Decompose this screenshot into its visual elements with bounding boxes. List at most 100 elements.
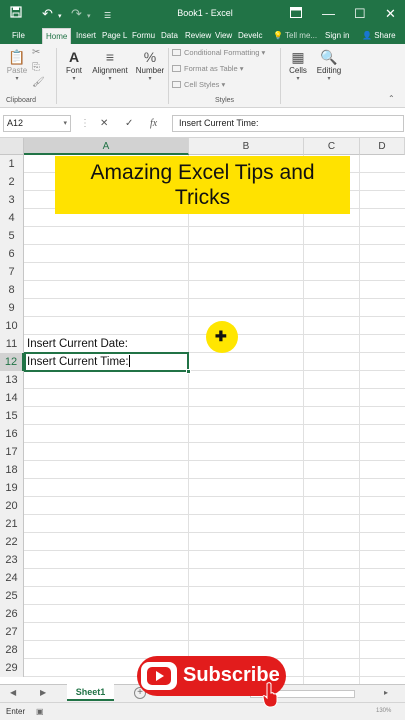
tab-file[interactable]: File [9,28,28,44]
ribbon-separator [56,48,57,104]
table-row: 11 Insert Current Date: [0,335,405,353]
close-icon[interactable]: ✕ [385,6,396,22]
scroll-right-icon[interactable]: ▶ [40,688,46,697]
column-header-b[interactable]: B [189,138,304,155]
row-header-11[interactable]: 11 [0,335,24,353]
mouse-cursor-highlight: ✚ [206,321,238,353]
row-header-26[interactable]: 26 [0,605,24,623]
cancel-icon[interactable]: ✕ [100,118,108,130]
row-header-23[interactable]: 23 [0,551,24,569]
row-header-24[interactable]: 24 [0,569,24,587]
row-header-19[interactable]: 19 [0,479,24,497]
row-header-10[interactable]: 10 [0,317,24,335]
row-header-17[interactable]: 17 [0,443,24,461]
lightbulb-icon: 💡 [273,31,283,40]
redo-dropdown-icon[interactable]: ▾ [87,9,91,25]
table-row: 24 [0,569,405,587]
title-banner: Amazing Excel Tips and Tricks [55,156,350,214]
redo-icon[interactable]: ↷ [71,6,82,22]
row-header-15[interactable]: 15 [0,407,24,425]
row-header-3[interactable]: 3 [0,191,24,209]
row-header-2[interactable]: 2 [0,173,24,191]
grid-rows: 1 2 3 4 5 6 7 8 9 10 11 Insert Current Date: 12 Inser… [0,155,405,677]
row-header-28[interactable]: 28 [0,641,24,659]
row-header-6[interactable]: 6 [0,245,24,263]
youtube-logo-icon [141,662,177,690]
alignment-icon: ≡ [105,49,115,65]
sheet-tab-sheet1[interactable]: Sheet1 [67,684,114,701]
row-header-16[interactable]: 16 [0,425,24,443]
name-box-dropdown-icon[interactable]: ▾ [63,116,67,131]
customize-qat-icon[interactable]: ☰ [104,8,111,24]
formula-input[interactable]: Insert Current Time: [172,115,404,132]
row-header-22[interactable]: 22 [0,533,24,551]
cut-icon[interactable]: ✂ [32,47,40,58]
collapse-ribbon-icon[interactable]: ⌃ [388,94,395,103]
row-header-7[interactable]: 7 [0,263,24,281]
select-all-corner[interactable] [0,138,24,155]
row-header-9[interactable]: 9 [0,299,24,317]
row-header-5[interactable]: 5 [0,227,24,245]
editing-button[interactable]: 🔍 Editing ▾ [314,48,344,82]
column-header-c[interactable]: C [304,138,360,155]
zoom-level[interactable]: 130% [376,708,391,714]
column-header-a[interactable]: A [24,138,189,155]
cell-select-cursor-icon: ✚ [215,328,227,344]
fill-handle[interactable] [186,369,191,374]
font-button[interactable]: A Font ▾ [60,48,88,82]
row-header-8[interactable]: 8 [0,281,24,299]
share-button[interactable]: 👤 Share [359,28,399,44]
maximize-icon[interactable]: ☐ [354,6,366,22]
tab-data[interactable]: Data [158,28,181,44]
undo-dropdown-icon[interactable]: ▾ [58,9,62,25]
tab-view[interactable]: View [212,28,235,44]
minimize-icon[interactable]: — [322,6,335,22]
tab-page-layout[interactable]: Page L [99,28,130,44]
ribbon-display-icon[interactable] [290,6,302,22]
tell-me-search[interactable]: 💡 Tell me... [270,28,320,44]
row-header-1[interactable]: 1 [0,155,24,173]
row-header-25[interactable]: 25 [0,587,24,605]
row-header-27[interactable]: 27 [0,623,24,641]
tab-developer[interactable]: Develc [235,28,265,44]
table-row: 18 [0,461,405,479]
tab-home[interactable]: Home [42,28,72,44]
row-header-14[interactable]: 14 [0,389,24,407]
ribbon-separator [168,48,169,104]
tab-insert[interactable]: Insert [73,28,99,44]
row-header-29[interactable]: 29 [0,659,24,677]
cell-a11[interactable]: Insert Current Date: [27,335,128,353]
cells-button[interactable]: ▦ Cells ▾ [284,48,312,82]
worksheet-grid[interactable]: A B C D 1 2 3 4 5 6 7 8 9 10 11 Insert Current Date… [0,138,405,684]
row-header-21[interactable]: 21 [0,515,24,533]
number-button[interactable]: % Number ▾ [133,48,167,82]
undo-icon[interactable]: ↶ [42,6,53,22]
name-box-value: A12 [7,118,24,128]
paste-button[interactable]: 📋 Paste ▾ [5,48,29,82]
row-header-18[interactable]: 18 [0,461,24,479]
more-icon: ⋮ [80,118,90,129]
row-header-4[interactable]: 4 [0,209,24,227]
copy-icon[interactable]: ⎘ [32,62,40,73]
cell-styles-button[interactable]: Cell Styles ▾ [172,80,225,89]
tab-review[interactable]: Review [182,28,214,44]
format-as-table-button[interactable]: Format as Table ▾ [172,64,244,73]
row-header-20[interactable]: 20 [0,497,24,515]
scroll-right-arrow-icon[interactable]: ▸ [384,688,388,697]
scroll-left-icon[interactable]: ◀ [10,688,16,697]
row-header-12[interactable]: 12 [0,353,24,371]
alignment-button[interactable]: ≡ Alignment ▾ [89,48,131,82]
conditional-formatting-button[interactable]: Conditional Formatting ▾ [172,48,265,57]
tab-formulas[interactable]: Formu [129,28,158,44]
font-label: Font [65,66,82,75]
row-header-13[interactable]: 13 [0,371,24,389]
format-painter-icon[interactable]: 🖌 [32,77,45,88]
clipboard-group-label: Clipboard [6,97,36,104]
name-box[interactable]: A12 ▾ [3,115,71,132]
insert-function-icon[interactable]: fx [150,118,157,130]
macro-record-icon[interactable]: ▣ [36,707,44,716]
enter-icon[interactable]: ✓ [125,118,133,130]
column-header-d[interactable]: D [360,138,405,155]
sign-in-link[interactable]: Sign in [322,28,352,44]
save-icon[interactable] [10,6,22,22]
